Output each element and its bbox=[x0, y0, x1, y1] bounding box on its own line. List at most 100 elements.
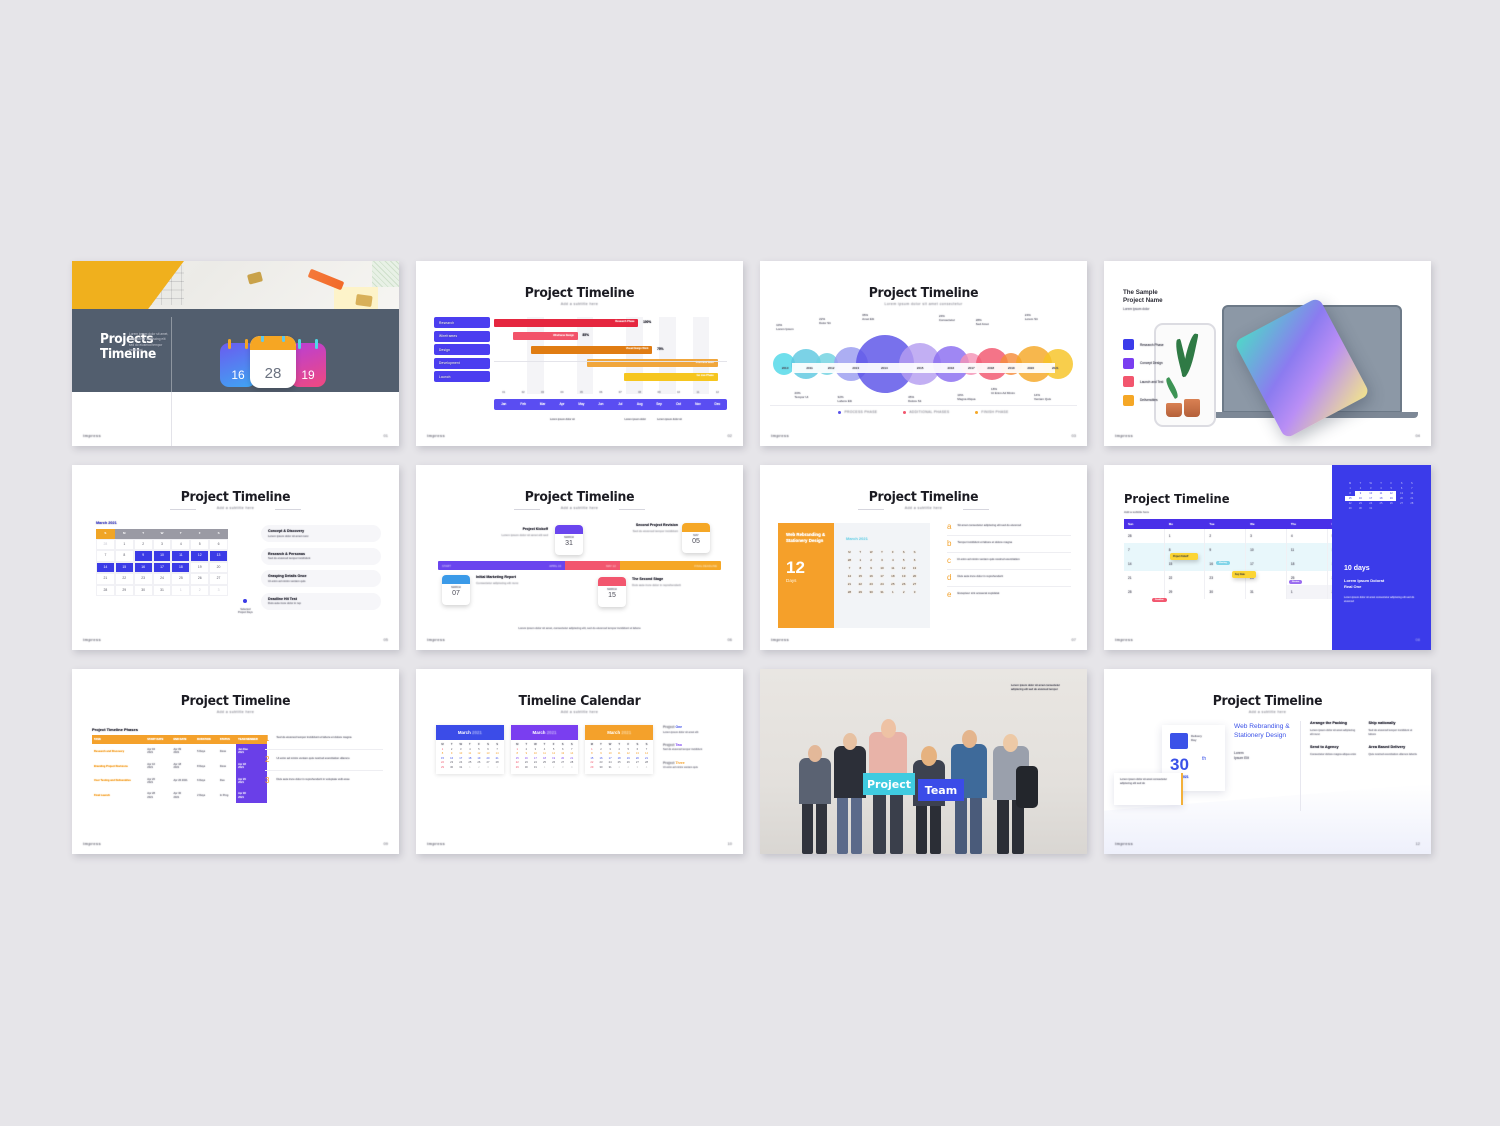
slide-thumbnail-5-calendar-cards[interactable]: Project Timeline Add a subtitle here Mar… bbox=[72, 465, 399, 650]
slide-thumbnail-1-cover[interactable]: Projects Timeline Lorem ipsum dolor sit a… bbox=[72, 261, 399, 446]
cover-footer-band bbox=[72, 392, 399, 446]
milestone-calendar-icon: MAY 05 bbox=[682, 523, 710, 553]
photo-caption: Lorem ipsum dolor sit amet consectetur a… bbox=[1011, 683, 1060, 692]
person bbox=[992, 722, 1038, 854]
calendar-tag[interactable]: Meeting bbox=[1216, 561, 1230, 565]
footer-logo: impress bbox=[83, 637, 102, 642]
bubble-callout: 20% Tempor Ut bbox=[794, 391, 809, 399]
slide-thumbnail-4-device-mockup[interactable]: The Sample Project Name Lorem ipsum dolor… bbox=[1104, 261, 1431, 446]
project-legend-list: Project One Lorem ipsum dolor sit amet e… bbox=[663, 725, 729, 779]
page-title: Project Timeline bbox=[524, 285, 635, 301]
label-project: Project bbox=[863, 773, 915, 795]
slide-thumbnail-11-team-photo[interactable]: Project Team Lorem ipsum dolor sit amet … bbox=[760, 669, 1087, 854]
footer-page-number: 08 bbox=[1415, 637, 1420, 642]
slide-thumbnail-7-duration-list[interactable]: Project Timeline Add a subtitle here Web… bbox=[760, 465, 1087, 650]
green-note-decoration bbox=[372, 261, 399, 287]
gantt-plot-area: Research Phase 100% Wireframe Design 85%… bbox=[494, 317, 727, 421]
calendar-day: 3 bbox=[152, 538, 172, 550]
calendar-day: 27 bbox=[209, 573, 228, 585]
detail-cell[interactable]: Arrange the Packing Lorem ipsum dolor sit… bbox=[1310, 721, 1359, 737]
page-subtitle: Lorem ipsum dolor sit amet consectetur bbox=[884, 302, 963, 306]
legend-item: Concept Design bbox=[1123, 357, 1164, 369]
mini-month-calendar: MTWTFSS 1234567 8 9 10 11 12 13 14 15 16 17 18 19 2… bbox=[1345, 481, 1417, 511]
slide-thumbnail-12-detail-cards[interactable]: Project Timeline Add a subtitle here Del… bbox=[1104, 669, 1431, 854]
detail-card[interactable]: Research & Personas Sed do eiusmod tempor… bbox=[261, 547, 381, 565]
footer-logo: impress bbox=[1115, 637, 1134, 642]
note-number: 3 bbox=[265, 776, 270, 785]
calendar-day: 29 bbox=[114, 584, 134, 596]
slide-thumbnail-9-phases-table[interactable]: Project Timeline Add a subtitle here Pro… bbox=[72, 669, 399, 854]
calendar-day: 1 bbox=[114, 538, 134, 550]
slide-thumbnail-3-bubble-timeline[interactable]: Project Timeline Lorem ipsum dolor sit a… bbox=[760, 261, 1087, 446]
calendar-day-selected: 16 bbox=[133, 561, 153, 573]
calendar-day: 24 bbox=[152, 573, 172, 585]
sticky-note[interactable]: Project Kickoff bbox=[1170, 553, 1198, 560]
month-calendar[interactable]: March 2021 MTWTFSS 1234567 8 9 10 11 12 13 14 … bbox=[585, 725, 654, 774]
calendar-tag[interactable]: Deadline bbox=[1152, 598, 1167, 602]
detail-cell[interactable]: Ship nationally Sed do eiusmod tempor inc… bbox=[1369, 721, 1418, 737]
task-item[interactable]: c Ut enim ad minim veniam quis nostrud e… bbox=[947, 553, 1071, 570]
page-title: Project Timeline bbox=[180, 489, 291, 505]
page-subtitle: Add a subtitle here bbox=[216, 710, 255, 714]
project-label: Project Three bbox=[663, 760, 685, 765]
color-chip bbox=[1123, 339, 1134, 350]
sticky-note[interactable]: Key Date bbox=[1232, 571, 1256, 578]
bubble-callout: 18% Ut Enim Ad Minim bbox=[991, 387, 1015, 395]
note-item[interactable]: 3 Duis aute irure dolor in reprehenderit… bbox=[265, 771, 383, 791]
task-item[interactable]: b Tempor incididunt ut labore et dolore … bbox=[947, 536, 1071, 553]
month-calendar[interactable]: March 2021 MTWTFSS 1234567 8 9 10 11 12 13 14 … bbox=[510, 725, 579, 774]
page-subtitle: Add a subtitle here bbox=[1248, 710, 1287, 714]
gantt-label: Research bbox=[434, 317, 490, 328]
page-subtitle: Add a subtitle here bbox=[560, 302, 599, 306]
detail-cell[interactable]: Send to Agency Consectetur dolore magna a… bbox=[1310, 745, 1359, 757]
calendar-legend: Selected Project Days bbox=[238, 590, 253, 615]
task-item[interactable]: d Duis aute irure dolor in reprehenderit bbox=[947, 570, 1071, 587]
calendar-day: 28 bbox=[96, 538, 115, 550]
page-subtitle: Add a subtitle here bbox=[560, 710, 599, 714]
calendar-day-selected: 10 bbox=[152, 550, 172, 562]
detail-card[interactable]: Deadline Hit Test Duis aute irure dolor i… bbox=[261, 592, 381, 610]
milestone-text: The Second Stage Duis aute irure dolor in… bbox=[632, 577, 681, 587]
item-letter: c bbox=[947, 556, 951, 565]
detail-card[interactable]: Concept & Discovery Lorem ipsum dolor sit… bbox=[261, 525, 381, 543]
item-letter: a bbox=[947, 522, 952, 531]
gantt-tick-row: 01 02 03 04 05 06 07 08 09 10 11 12 bbox=[502, 391, 719, 394]
calendar-day-selected: 9 bbox=[133, 550, 153, 562]
note-item[interactable]: 1 Sed do eiusmod tempor incididunt ut la… bbox=[265, 729, 383, 750]
legend-item: PROCESS PHASE bbox=[838, 410, 877, 414]
gantt-label: Development bbox=[434, 357, 490, 369]
detail-cell[interactable]: Area Based Delivery Quis nostrud exercita… bbox=[1369, 745, 1418, 757]
detail-card[interactable]: Grasping Details Once Ut enim ad minim ve… bbox=[261, 570, 381, 588]
gantt-label: Design bbox=[434, 344, 490, 356]
item-letter: d bbox=[947, 573, 952, 582]
calendar-icon-center: 28 bbox=[250, 336, 296, 388]
slide-thumbnail-2-gantt[interactable]: Project Timeline Add a subtitle here Res… bbox=[416, 261, 743, 446]
footer-page-number: 01 bbox=[383, 433, 388, 438]
color-chip bbox=[1123, 394, 1134, 406]
cover-body-text: Lorem ipsum dolor sit amet, consectetur … bbox=[129, 332, 169, 353]
bubble-callout: 10% Lorem Ipsum bbox=[776, 323, 794, 331]
page-subtitle: Lorem ipsum dolor bbox=[1123, 307, 1150, 311]
calendar-day: 6 bbox=[209, 538, 228, 550]
slide-thumbnail-8-calendar-panel[interactable]: Project Timeline Add a subtitle here Mar… bbox=[1104, 465, 1431, 650]
note-item[interactable]: 2 Ut enim ad minim veniam quis nostrud e… bbox=[265, 750, 383, 771]
binder-clip-icon-1 bbox=[246, 271, 264, 285]
color-chip bbox=[1123, 376, 1134, 387]
gantt-percent: 75% bbox=[657, 346, 664, 351]
team-photo: Project Team Lorem ipsum dolor sit amet … bbox=[760, 669, 1087, 854]
note-list: 1 Sed do eiusmod tempor incididunt ut la… bbox=[265, 729, 383, 791]
calendar-day: 20 bbox=[209, 561, 228, 573]
calendar-tag[interactable]: Review bbox=[1289, 580, 1303, 584]
note-number: 1 bbox=[265, 734, 270, 743]
task-item[interactable]: e Excepteur sint occaecat cupidatat bbox=[947, 587, 1071, 603]
slide-thumbnail-6-milestones[interactable]: Project Timeline Add a subtitle here STA… bbox=[416, 465, 743, 650]
gantt-percent: 85% bbox=[582, 333, 589, 338]
legend-item: Deliverables bbox=[1123, 394, 1164, 406]
legend-item: Launch and Test bbox=[1123, 376, 1164, 387]
month-calendar[interactable]: March 2021 MTWTFSS 1234567 8 9 10 11 12 13 14 … bbox=[436, 725, 504, 774]
page-title: Project Timeline bbox=[524, 489, 635, 505]
gantt-bar: Wireframe Design bbox=[512, 332, 578, 341]
footer-logo: impress bbox=[1115, 433, 1134, 438]
task-item[interactable]: a Sit amet consectetur adipiscing elit s… bbox=[947, 519, 1071, 536]
slide-thumbnail-10-timeline-calendar[interactable]: Timeline Calendar Add a subtitle here Ma… bbox=[416, 669, 743, 854]
